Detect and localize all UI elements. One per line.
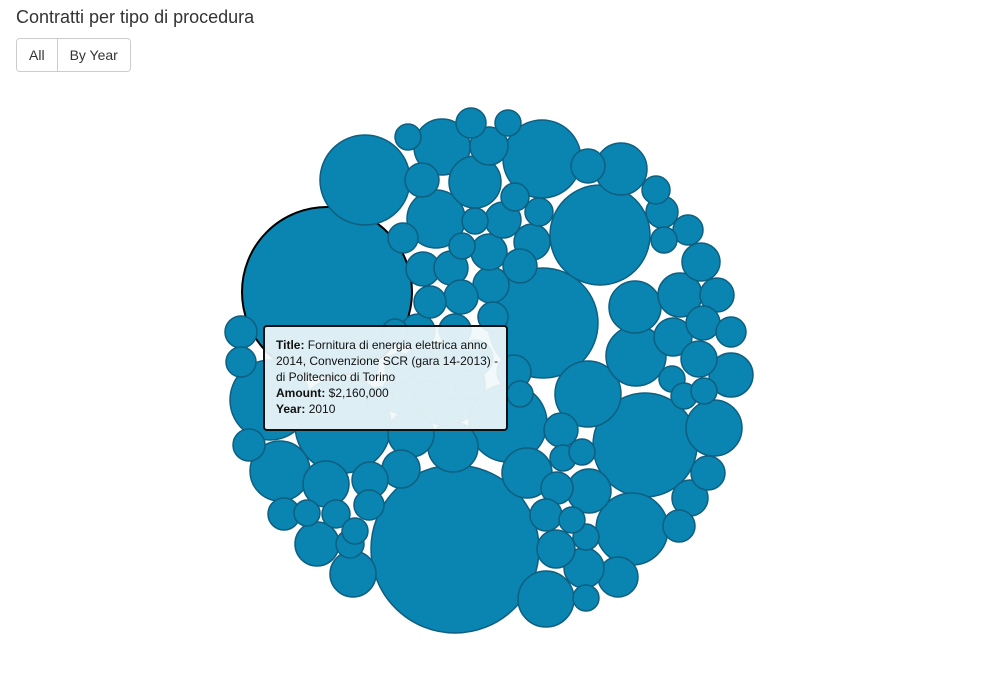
tooltip-year-label: Year: (276, 402, 306, 416)
bubble[interactable] (681, 242, 721, 282)
tooltip: Title: Fornitura di energia elettrica an… (263, 325, 508, 431)
bubble[interactable] (294, 521, 340, 567)
bubble[interactable] (341, 517, 369, 545)
bubble[interactable] (558, 506, 586, 534)
bubble[interactable] (685, 399, 743, 457)
bubble[interactable] (529, 498, 563, 532)
bubble[interactable] (549, 184, 651, 286)
bubble[interactable] (690, 455, 726, 491)
bubble[interactable] (413, 285, 447, 319)
bubble[interactable] (494, 109, 522, 137)
bubble[interactable] (500, 182, 530, 212)
bubble[interactable] (387, 222, 419, 254)
bubble[interactable] (662, 509, 696, 543)
bubble[interactable] (461, 207, 489, 235)
bubble[interactable] (448, 232, 476, 260)
bubble[interactable] (232, 428, 266, 462)
bubble[interactable] (443, 279, 479, 315)
bubble[interactable] (455, 107, 487, 139)
bubble[interactable] (404, 162, 440, 198)
bubble[interactable] (568, 438, 596, 466)
bubble[interactable] (394, 123, 422, 151)
bubble[interactable] (225, 346, 257, 378)
bubble[interactable] (690, 377, 718, 405)
bubble[interactable] (572, 584, 600, 612)
tooltip-amount-value: $2,160,000 (328, 386, 389, 400)
bubble[interactable] (224, 315, 258, 349)
tooltip-title-label: Title: (276, 338, 305, 352)
bubble[interactable] (502, 248, 538, 284)
bubble[interactable] (524, 197, 554, 227)
bubble[interactable] (570, 148, 606, 184)
bubble[interactable] (536, 529, 576, 569)
bubble[interactable] (641, 175, 671, 205)
bubble[interactable] (715, 316, 747, 348)
bubble[interactable] (685, 305, 721, 341)
bubble[interactable] (470, 233, 508, 271)
bubble[interactable] (353, 489, 385, 521)
bubble[interactable] (319, 134, 411, 226)
bubble[interactable] (608, 280, 662, 334)
bubble[interactable] (680, 340, 718, 378)
bubble[interactable] (506, 380, 534, 408)
bubble[interactable] (293, 499, 321, 527)
tooltip-title-value: Fornitura di energia elettrica anno 2014… (276, 338, 499, 384)
tooltip-amount-label: Amount: (276, 386, 326, 400)
bubble[interactable] (517, 570, 575, 628)
tooltip-year-value: 2010 (308, 402, 336, 416)
bubble[interactable] (650, 226, 678, 254)
